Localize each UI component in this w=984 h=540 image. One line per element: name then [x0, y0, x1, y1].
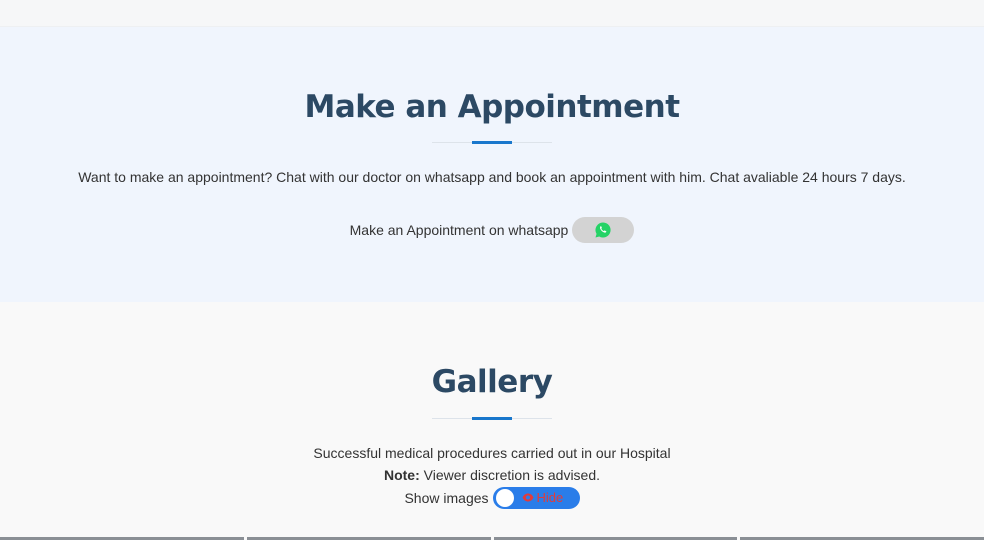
- appointment-description: Want to make an appointment? Chat with o…: [78, 169, 906, 185]
- note-label: Note:: [383, 467, 420, 483]
- toggle-knob: [495, 489, 514, 507]
- appointment-section: Make an Appointment Want to make an appo…: [0, 27, 984, 303]
- toggle-label: Hide: [522, 490, 564, 505]
- note-text: Viewer discretion is advised.: [419, 467, 601, 483]
- gallery-description: Successful medical procedures carried ou…: [313, 445, 671, 461]
- gallery-title: Gallery: [431, 364, 553, 400]
- gallery-section: Gallery Successful medical procedures ca…: [0, 302, 984, 540]
- show-images-toggle[interactable]: Hide: [492, 487, 580, 509]
- top-strip: [0, 0, 984, 27]
- show-images-row: Show images Hide: [0, 487, 984, 509]
- show-images-label: Show images: [404, 490, 489, 506]
- whatsapp-label: Make an Appointment on whatsapp: [349, 222, 569, 238]
- gallery-note: Note: Viewer discretion is advised.: [0, 467, 984, 483]
- divider-accent: [472, 417, 512, 420]
- eye-icon: [522, 493, 534, 502]
- appointment-title: Make an Appointment: [304, 89, 680, 125]
- whatsapp-row: Make an Appointment on whatsapp: [0, 217, 984, 243]
- toggle-text: Hide: [536, 490, 564, 505]
- whatsapp-icon: [595, 222, 611, 238]
- divider-accent: [472, 141, 512, 144]
- section-divider: [432, 417, 552, 420]
- section-divider: [432, 141, 552, 144]
- whatsapp-button[interactable]: [572, 217, 635, 243]
